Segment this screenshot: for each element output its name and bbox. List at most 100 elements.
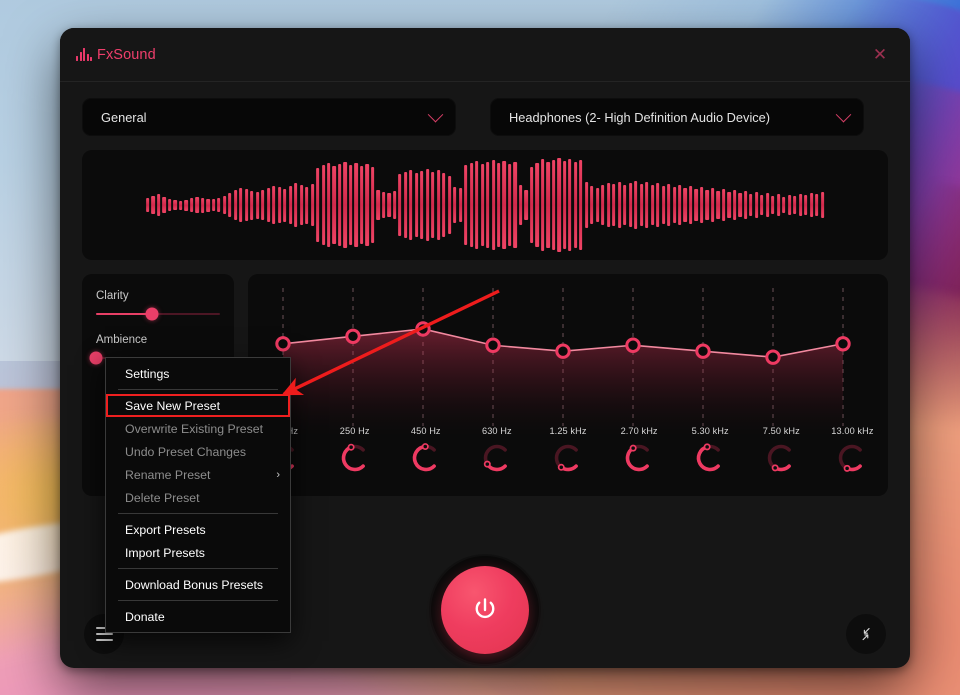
power-button[interactable] bbox=[441, 566, 529, 654]
equalizer-knob-handle[interactable] bbox=[421, 443, 429, 451]
waveform-bar bbox=[332, 166, 336, 244]
equalizer-knob-row: 115 Hz250 Hz450 Hz630 Hz1.25 kHz2.70 kHz… bbox=[248, 426, 888, 488]
waveform-bar bbox=[804, 195, 808, 215]
waveform-bar bbox=[634, 181, 638, 229]
menu-item-donate[interactable]: Donate bbox=[106, 605, 290, 628]
waveform-bar bbox=[639, 184, 643, 226]
equalizer-knob-handle[interactable] bbox=[703, 443, 711, 451]
equalizer-knob-handle[interactable] bbox=[844, 464, 852, 472]
equalizer-knob[interactable] bbox=[409, 441, 443, 475]
power-button-ring bbox=[431, 556, 539, 664]
menu-item-import-presets[interactable]: Import Presets bbox=[106, 541, 290, 564]
equalizer-knob[interactable] bbox=[835, 441, 869, 475]
waveform-bar bbox=[491, 160, 495, 250]
equalizer-band-node[interactable] bbox=[625, 337, 641, 353]
waveform-bar bbox=[683, 188, 687, 222]
equalizer-band-node[interactable] bbox=[695, 343, 711, 359]
waveform-bar bbox=[403, 172, 408, 238]
waveform-bar bbox=[562, 161, 567, 249]
equalizer-band-control: 2.70 kHz bbox=[604, 426, 675, 475]
waveform-bar bbox=[705, 190, 709, 220]
equalizer-band-node[interactable] bbox=[345, 328, 361, 345]
equalizer-knob-value-arc bbox=[625, 446, 649, 472]
equalizer-band-node[interactable] bbox=[765, 349, 781, 365]
audio-waveform-visualizer bbox=[146, 158, 824, 252]
equalizer-band-node[interactable] bbox=[415, 321, 431, 337]
waveform-bar bbox=[157, 194, 161, 216]
audio-device-dropdown[interactable]: Headphones (2- High Definition Audio Dev… bbox=[490, 98, 864, 136]
waveform-bar bbox=[179, 200, 183, 210]
waveform-bar bbox=[623, 185, 627, 225]
menu-item-settings[interactable]: Settings bbox=[106, 362, 290, 385]
waveform-bar bbox=[573, 162, 578, 248]
preset-context-menu[interactable]: Settings Save New Preset Overwrite Existin… bbox=[105, 357, 291, 633]
equalizer-knob-handle[interactable] bbox=[771, 464, 779, 472]
waveform-bar bbox=[195, 197, 199, 213]
waveform-bar bbox=[776, 194, 781, 216]
waveform-bar bbox=[694, 189, 698, 221]
equalizer-band-node[interactable] bbox=[485, 337, 501, 353]
waveform-bar bbox=[222, 196, 227, 214]
preset-dropdown-value: General bbox=[101, 109, 147, 125]
ambience-slider-thumb[interactable] bbox=[89, 351, 103, 365]
equalizer-knob-handle[interactable] bbox=[629, 444, 637, 452]
equalizer-band-control: 13.00 kHz bbox=[817, 426, 888, 475]
waveform-bar bbox=[442, 173, 446, 237]
menu-item-label: Donate bbox=[125, 609, 165, 624]
waveform-bar bbox=[360, 166, 364, 244]
waveform-bar bbox=[189, 198, 194, 212]
waveform-bar bbox=[557, 158, 561, 252]
clarity-slider-block: Clarity bbox=[96, 290, 220, 321]
preset-dropdown[interactable]: General bbox=[82, 98, 456, 136]
equalizer-band-node[interactable] bbox=[275, 336, 291, 352]
equalizer-knob[interactable] bbox=[622, 441, 656, 475]
menu-separator bbox=[118, 568, 278, 569]
waveform-bar bbox=[689, 186, 693, 224]
waveform-bar bbox=[645, 182, 649, 228]
waveform-bar bbox=[146, 198, 150, 212]
waveform-bar bbox=[162, 197, 166, 213]
equalizer-knob-handle[interactable] bbox=[347, 443, 355, 451]
menu-item-label: Undo Preset Changes bbox=[125, 444, 246, 459]
close-icon[interactable]: ✕ bbox=[864, 40, 896, 70]
waveform-bar bbox=[168, 199, 172, 211]
menu-item-export-presets[interactable]: Export Presets bbox=[106, 518, 290, 541]
waveform-bar bbox=[288, 186, 292, 224]
waveform-bar bbox=[299, 185, 303, 225]
waveform-bar bbox=[266, 188, 270, 222]
equalizer-band-node[interactable] bbox=[555, 343, 571, 359]
equalizer-knob[interactable] bbox=[480, 441, 514, 475]
equalizer-knob[interactable] bbox=[693, 441, 727, 475]
resize-arrows-icon[interactable] bbox=[846, 614, 886, 654]
equalizer-band-node[interactable] bbox=[835, 336, 851, 352]
ambience-label: Ambience bbox=[96, 334, 148, 346]
equalizer-band-label: 5.30 kHz bbox=[691, 426, 729, 436]
menu-item-download-bonus-presets[interactable]: Download Bonus Presets bbox=[106, 573, 290, 596]
equalizer-knob[interactable] bbox=[338, 441, 372, 475]
waveform-bar bbox=[809, 193, 813, 217]
chevron-right-icon: › bbox=[276, 468, 280, 481]
menu-separator bbox=[118, 389, 278, 390]
equalizer-curve-graph[interactable] bbox=[248, 274, 878, 434]
waveform-bar bbox=[700, 187, 704, 223]
waveform-bar bbox=[480, 164, 484, 246]
waveform-bar bbox=[381, 192, 386, 218]
waveform-bar bbox=[398, 174, 402, 236]
waveform-bar bbox=[244, 189, 249, 221]
equalizer-knob-handle[interactable] bbox=[483, 460, 491, 468]
waveform-bar bbox=[519, 185, 523, 225]
equalizer-band-control: 1.25 kHz bbox=[532, 426, 603, 475]
menu-item-undo-preset-changes: Undo Preset Changes bbox=[106, 440, 290, 463]
equalizer-knob-handle[interactable] bbox=[557, 463, 565, 471]
equalizer-knob[interactable] bbox=[764, 441, 798, 475]
waveform-bar bbox=[316, 168, 320, 242]
waveform-bar bbox=[650, 185, 654, 225]
waveform-bar bbox=[502, 161, 506, 249]
menu-item-save-new-preset[interactable]: Save New Preset bbox=[106, 394, 290, 417]
clarity-slider-thumb[interactable] bbox=[145, 307, 159, 321]
equalizer-knob[interactable] bbox=[551, 441, 585, 475]
waveform-bar bbox=[414, 173, 419, 237]
waveform-bar bbox=[820, 192, 824, 218]
waveform-bar bbox=[294, 183, 298, 227]
clarity-slider[interactable] bbox=[96, 307, 220, 321]
